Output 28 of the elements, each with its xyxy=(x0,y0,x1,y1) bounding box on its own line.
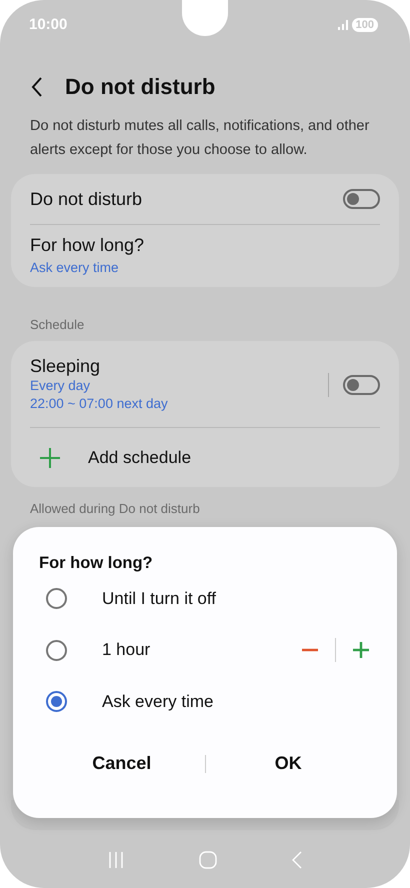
setting-label: Do not disturb xyxy=(30,188,142,210)
ok-button[interactable]: OK xyxy=(206,744,371,784)
page-title: Do not disturb xyxy=(65,74,216,100)
schedule-time: 22:00 ~ 07:00 next day xyxy=(30,395,169,413)
minus-icon[interactable] xyxy=(302,648,318,652)
description-text: Do not disturb mutes all calls, notifications, and other alerts except for those you choose to allow. xyxy=(29,117,370,160)
toggle-switch[interactable] xyxy=(343,374,380,394)
plus-icon[interactable] xyxy=(353,642,369,658)
schedule-name: Sleeping xyxy=(30,356,102,377)
add-schedule-label[interactable]: Add schedule xyxy=(88,448,192,468)
toggle-switch[interactable] xyxy=(343,189,380,209)
setting-label: For how long? xyxy=(30,235,146,256)
radio-button[interactable] xyxy=(46,640,67,661)
option-label: Until I turn it off xyxy=(102,588,218,609)
radio-button[interactable] xyxy=(46,588,67,610)
section-heading: Allowed during Do not disturb xyxy=(29,501,201,516)
schedule-days: Every day xyxy=(30,377,328,395)
option-label: Ask every time xyxy=(102,692,214,712)
option-label: 1 hour xyxy=(102,640,152,660)
section-heading: Schedule xyxy=(29,317,86,332)
signal-icon xyxy=(338,20,348,30)
radio-button[interactable] xyxy=(46,691,67,712)
setting-value: Ask every time xyxy=(30,259,120,277)
plus-icon[interactable] xyxy=(40,448,60,468)
dialog-title: For how long? xyxy=(39,554,154,573)
back-icon[interactable] xyxy=(31,77,43,97)
camera-notch xyxy=(182,0,228,36)
cancel-button[interactable]: Cancel xyxy=(39,744,204,784)
